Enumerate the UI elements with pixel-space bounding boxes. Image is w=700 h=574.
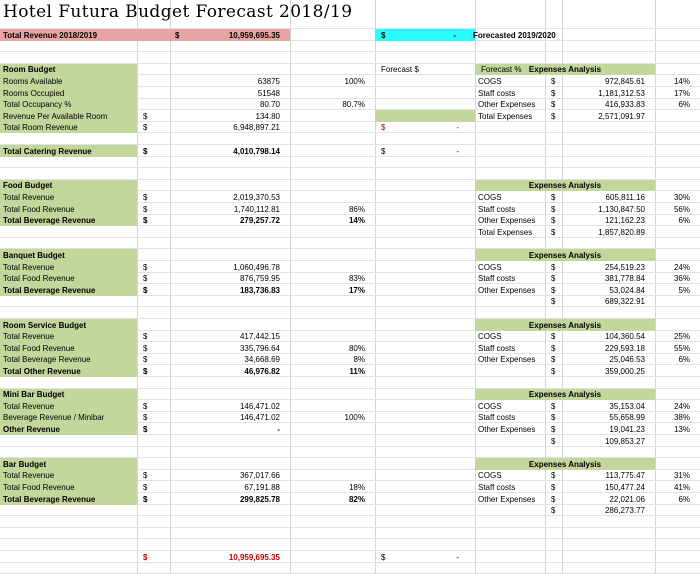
row-percent[interactable]: 82% <box>290 493 369 506</box>
row-label: Total Beverage Revenue <box>3 494 96 504</box>
expense-label: Other Expenses <box>478 424 536 434</box>
spreadsheet-canvas[interactable]: Hotel Futura Budget Forecast 2018/19 Tot… <box>0 0 700 574</box>
expense-percent[interactable]: 6% <box>655 214 694 227</box>
row-value[interactable]: 46,976.82 <box>137 365 284 378</box>
row-label: Other Revenue <box>3 424 60 434</box>
page-title: Hotel Futura Budget Forecast 2018/19 <box>3 2 353 22</box>
forecast-cell-highlight <box>375 110 475 122</box>
expense-percent[interactable]: 6% <box>655 493 694 506</box>
row-value[interactable]: - <box>137 423 284 436</box>
forecast-percent-header: Forecast % <box>481 65 522 75</box>
grid-row-line <box>0 538 700 539</box>
row-label: Total Beverage Revenue <box>3 285 96 295</box>
expense-percent[interactable]: 6% <box>655 98 694 111</box>
forecast-dollar-header: Forecast $ <box>381 65 419 75</box>
row-percent[interactable]: 11% <box>290 365 369 378</box>
row-percent[interactable]: 17% <box>290 284 369 297</box>
expense-label: Other Expenses <box>478 494 536 504</box>
expense-value[interactable]: 689,322.91 <box>545 295 649 308</box>
forecast-year-label: Forecasted 2019/2020 <box>473 30 556 40</box>
expense-label: Total Expenses <box>478 111 533 121</box>
row-value[interactable]: 183,736.83 <box>137 284 284 297</box>
row-label: Total Beverage Revenue <box>3 216 96 226</box>
section-header-label: Total Catering Revenue <box>3 146 92 156</box>
row-label: Total Other Revenue <box>3 366 81 376</box>
expense-value[interactable]: 1,857,820.89 <box>545 226 649 239</box>
row-label: Total Room Revenue <box>3 123 78 133</box>
forecast-value[interactable]: - <box>375 145 463 158</box>
grid-row-line <box>0 550 700 551</box>
forecast-value[interactable]: - <box>375 121 463 134</box>
expense-value[interactable]: 109,853.27 <box>545 435 649 448</box>
total-revenue-label: Total Revenue 2018/2019 <box>3 30 98 40</box>
expense-value[interactable]: 359,000.25 <box>545 365 649 378</box>
grand-total-forecast-value[interactable]: - <box>375 551 463 564</box>
row-value[interactable]: 279,257.72 <box>137 214 284 227</box>
catering-total-value[interactable]: 4,010,798.14 <box>137 145 284 158</box>
total-revenue-value[interactable]: 10,959,695.35 <box>170 29 284 42</box>
expense-value[interactable]: 2,571,091.97 <box>545 110 649 123</box>
grid-row-line <box>0 167 700 168</box>
expense-percent[interactable]: 13% <box>655 423 694 436</box>
row-value[interactable]: 6,948,897.21 <box>137 121 284 134</box>
row-value[interactable]: 299,825.78 <box>137 493 284 506</box>
expense-label: Total Expenses <box>478 227 533 237</box>
row-percent[interactable]: 80.7% <box>290 98 369 111</box>
expense-percent[interactable]: 6% <box>655 353 694 366</box>
row-percent[interactable]: 100% <box>290 411 369 424</box>
row-percent[interactable]: 100% <box>290 75 369 88</box>
expense-label: Other Expenses <box>478 355 536 365</box>
grid-row-line <box>0 527 700 528</box>
grid-row-line <box>0 562 700 563</box>
row-percent[interactable]: 14% <box>290 214 369 227</box>
grid-row-line <box>0 51 700 52</box>
expense-percent[interactable]: 5% <box>655 284 694 297</box>
forecast-total-value[interactable]: - <box>375 29 460 42</box>
grand-total-value[interactable]: 10,959,695.35 <box>137 551 284 564</box>
expense-label: Other Expenses <box>478 285 536 295</box>
expense-value[interactable]: 286,273.77 <box>545 504 649 517</box>
